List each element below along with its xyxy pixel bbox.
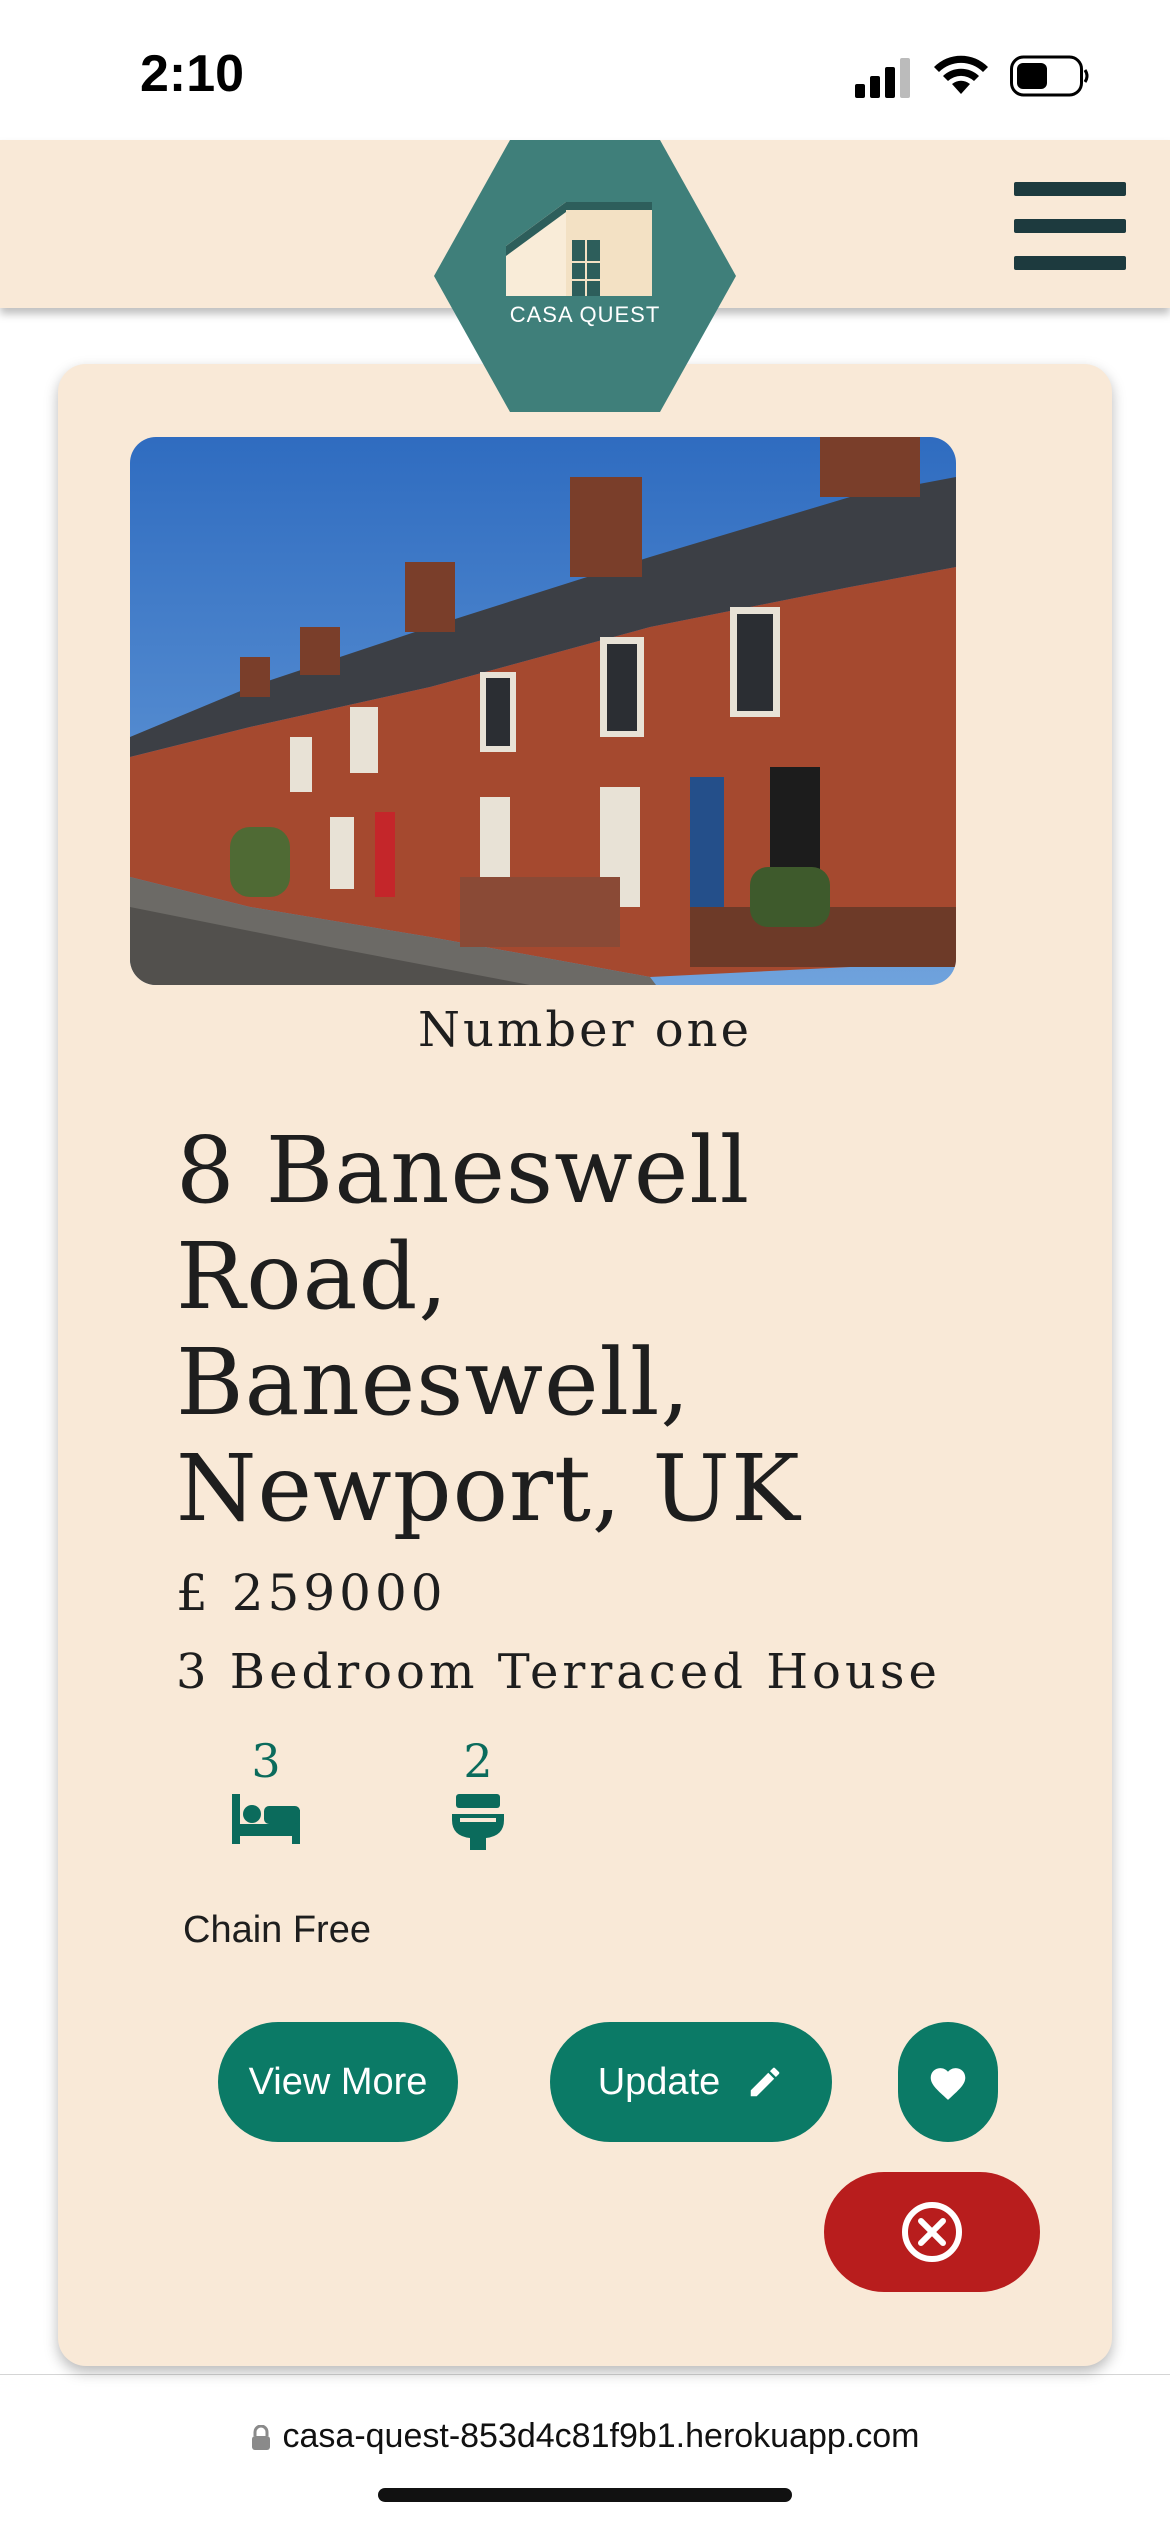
update-button[interactable]: Update [550, 2022, 832, 2142]
delete-button[interactable] [824, 2172, 1040, 2292]
pencil-icon [751, 2067, 780, 2097]
status-time: 2:10 [140, 45, 245, 103]
heart-icon [930, 2068, 966, 2100]
browser-address-bar[interactable]: casa-quest-853d4c81f9b1.herokuapp.com [0, 2374, 1170, 2532]
update-label: Update [597, 2060, 721, 2103]
wifi-icon [934, 55, 988, 94]
terraced-houses-photo [130, 437, 956, 985]
close-circle-icon [902, 2202, 962, 2262]
chain-status: Chain Free [183, 1909, 371, 1951]
view-more-button[interactable]: View More [218, 2022, 458, 2142]
property-name: Number one [418, 1002, 752, 1058]
toilet-icon [452, 1794, 504, 1850]
favorite-button[interactable] [898, 2022, 998, 2142]
bedroom-count: 3 [216, 1734, 316, 1844]
cellular-signal-icon [855, 58, 910, 98]
bed-icon [232, 1794, 300, 1844]
casa-quest-logo[interactable]: CASA QUEST [434, 140, 736, 412]
hamburger-menu-icon[interactable] [1014, 180, 1126, 272]
property-price: £ 259000 [176, 1564, 447, 1622]
property-address: 8 Baneswell Road, Baneswell, Newport, UK [176, 1117, 801, 1542]
status-bar: 2:10 [0, 0, 1170, 140]
lock-icon [251, 2425, 270, 2451]
property-card: Number one 8 Baneswell Road, Baneswell, … [58, 364, 1112, 2366]
property-type: 3 Bedroom Terraced House [176, 1644, 941, 1700]
home-indicator[interactable] [378, 2488, 792, 2502]
logo-text: CASA QUEST [510, 302, 661, 327]
bathroom-count: 2 [428, 1734, 528, 1850]
battery-icon [1010, 55, 1089, 97]
bathroom-count-value: 2 [463, 1734, 493, 1788]
address-bar-url: casa-quest-853d4c81f9b1.herokuapp.com [282, 2417, 920, 2455]
property-photo [130, 437, 956, 985]
view-more-label: View More [248, 2060, 428, 2103]
bedroom-count-value: 3 [251, 1734, 281, 1788]
address-bar-url-row: casa-quest-853d4c81f9b1.herokuapp.com [0, 2417, 1170, 2456]
